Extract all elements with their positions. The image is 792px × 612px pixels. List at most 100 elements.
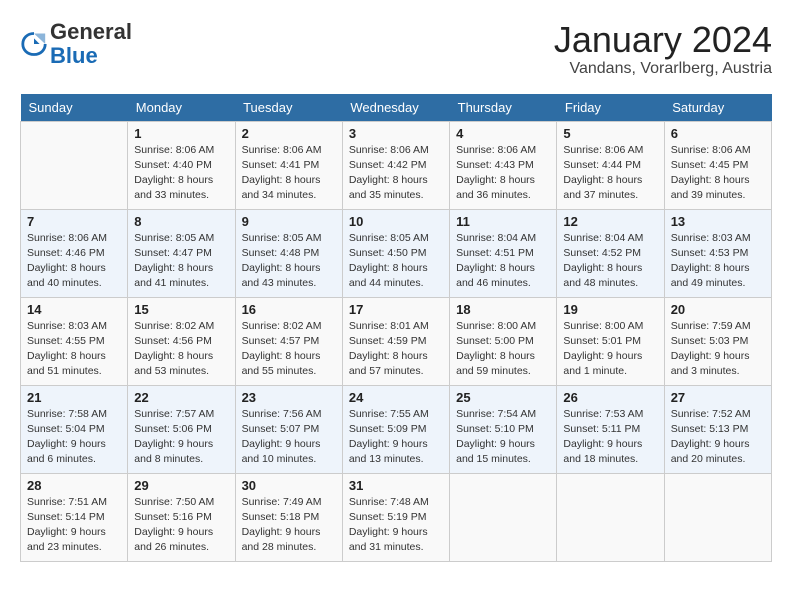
day-number: 22 <box>134 390 228 405</box>
calendar-cell: 6 Sunrise: 8:06 AM Sunset: 4:45 PM Daylig… <box>664 121 771 209</box>
calendar-cell: 30 Sunrise: 7:49 AM Sunset: 5:18 PM Dayli… <box>235 473 342 561</box>
day-info: Sunrise: 7:57 AM Sunset: 5:06 PM Dayligh… <box>134 407 228 468</box>
day-number: 26 <box>563 390 657 405</box>
day-number: 18 <box>456 302 550 317</box>
day-info: Sunrise: 7:53 AM Sunset: 5:11 PM Dayligh… <box>563 407 657 468</box>
day-info: Sunrise: 8:04 AM Sunset: 4:51 PM Dayligh… <box>456 231 550 292</box>
location-title: Vandans, Vorarlberg, Austria <box>554 60 772 78</box>
day-info: Sunrise: 8:05 AM Sunset: 4:48 PM Dayligh… <box>242 231 336 292</box>
day-number: 14 <box>27 302 121 317</box>
day-info: Sunrise: 8:02 AM Sunset: 4:56 PM Dayligh… <box>134 319 228 380</box>
day-info: Sunrise: 8:06 AM Sunset: 4:45 PM Dayligh… <box>671 143 765 204</box>
day-info: Sunrise: 7:56 AM Sunset: 5:07 PM Dayligh… <box>242 407 336 468</box>
day-info: Sunrise: 8:06 AM Sunset: 4:40 PM Dayligh… <box>134 143 228 204</box>
column-header-sunday: Sunday <box>21 94 128 122</box>
day-number: 23 <box>242 390 336 405</box>
day-info: Sunrise: 7:58 AM Sunset: 5:04 PM Dayligh… <box>27 407 121 468</box>
day-info: Sunrise: 8:03 AM Sunset: 4:55 PM Dayligh… <box>27 319 121 380</box>
calendar-cell: 18 Sunrise: 8:00 AM Sunset: 5:00 PM Dayli… <box>450 297 557 385</box>
calendar-week-row: 28 Sunrise: 7:51 AM Sunset: 5:14 PM Dayli… <box>21 473 772 561</box>
day-info: Sunrise: 8:00 AM Sunset: 5:00 PM Dayligh… <box>456 319 550 380</box>
day-number: 7 <box>27 214 121 229</box>
column-header-monday: Monday <box>128 94 235 122</box>
calendar-cell: 4 Sunrise: 8:06 AM Sunset: 4:43 PM Daylig… <box>450 121 557 209</box>
day-info: Sunrise: 7:51 AM Sunset: 5:14 PM Dayligh… <box>27 495 121 556</box>
calendar-week-row: 21Sunrise: 7:58 AM Sunset: 5:04 PM Dayli… <box>21 385 772 473</box>
day-number: 29 <box>134 478 228 493</box>
day-number: 24 <box>349 390 443 405</box>
calendar-cell: 2 Sunrise: 8:06 AM Sunset: 4:41 PM Daylig… <box>235 121 342 209</box>
logo-general-text: General <box>50 19 132 44</box>
day-info: Sunrise: 8:04 AM Sunset: 4:52 PM Dayligh… <box>563 231 657 292</box>
calendar-cell: 7 Sunrise: 8:06 AM Sunset: 4:46 PM Daylig… <box>21 209 128 297</box>
calendar-cell: 9Sunrise: 8:05 AM Sunset: 4:48 PM Daylig… <box>235 209 342 297</box>
day-info: Sunrise: 7:54 AM Sunset: 5:10 PM Dayligh… <box>456 407 550 468</box>
calendar-cell: 3Sunrise: 8:06 AM Sunset: 4:42 PM Daylig… <box>342 121 449 209</box>
day-number: 15 <box>134 302 228 317</box>
calendar-cell: 13Sunrise: 8:03 AM Sunset: 4:53 PM Dayli… <box>664 209 771 297</box>
calendar-cell: 17 Sunrise: 8:01 AM Sunset: 4:59 PM Dayli… <box>342 297 449 385</box>
calendar-cell: 10 Sunrise: 8:05 AM Sunset: 4:50 PM Dayli… <box>342 209 449 297</box>
day-number: 8 <box>134 214 228 229</box>
calendar-week-row: 14 Sunrise: 8:03 AM Sunset: 4:55 PM Dayli… <box>21 297 772 385</box>
month-title: January 2024 <box>554 20 772 60</box>
day-info: Sunrise: 7:59 AM Sunset: 5:03 PM Dayligh… <box>671 319 765 380</box>
day-number: 3 <box>349 126 443 141</box>
day-number: 31 <box>349 478 443 493</box>
day-number: 12 <box>563 214 657 229</box>
calendar-header-row: SundayMondayTuesdayWednesdayThursdayFrid… <box>21 94 772 122</box>
page-header: General Blue January 2024 Vandans, Vorar… <box>20 20 772 78</box>
calendar-cell: 15 Sunrise: 8:02 AM Sunset: 4:56 PM Dayli… <box>128 297 235 385</box>
day-info: Sunrise: 8:05 AM Sunset: 4:47 PM Dayligh… <box>134 231 228 292</box>
day-number: 6 <box>671 126 765 141</box>
calendar-cell: 12 Sunrise: 8:04 AM Sunset: 4:52 PM Dayli… <box>557 209 664 297</box>
day-number: 19 <box>563 302 657 317</box>
calendar-cell: 20 Sunrise: 7:59 AM Sunset: 5:03 PM Dayli… <box>664 297 771 385</box>
day-info: Sunrise: 8:06 AM Sunset: 4:41 PM Dayligh… <box>242 143 336 204</box>
logo-icon <box>20 30 48 58</box>
day-number: 4 <box>456 126 550 141</box>
calendar-cell: 1 Sunrise: 8:06 AM Sunset: 4:40 PM Daylig… <box>128 121 235 209</box>
calendar-cell <box>450 473 557 561</box>
day-info: Sunrise: 8:06 AM Sunset: 4:43 PM Dayligh… <box>456 143 550 204</box>
day-info: Sunrise: 8:06 AM Sunset: 4:46 PM Dayligh… <box>27 231 121 292</box>
day-info: Sunrise: 8:01 AM Sunset: 4:59 PM Dayligh… <box>349 319 443 380</box>
calendar-week-row: 7 Sunrise: 8:06 AM Sunset: 4:46 PM Daylig… <box>21 209 772 297</box>
day-number: 5 <box>563 126 657 141</box>
day-number: 1 <box>134 126 228 141</box>
day-info: Sunrise: 8:05 AM Sunset: 4:50 PM Dayligh… <box>349 231 443 292</box>
day-number: 10 <box>349 214 443 229</box>
calendar-cell: 27Sunrise: 7:52 AM Sunset: 5:13 PM Dayli… <box>664 385 771 473</box>
calendar-week-row: 1 Sunrise: 8:06 AM Sunset: 4:40 PM Daylig… <box>21 121 772 209</box>
calendar-cell: 14 Sunrise: 8:03 AM Sunset: 4:55 PM Dayli… <box>21 297 128 385</box>
calendar-cell: 24 Sunrise: 7:55 AM Sunset: 5:09 PM Dayli… <box>342 385 449 473</box>
day-info: Sunrise: 7:52 AM Sunset: 5:13 PM Dayligh… <box>671 407 765 468</box>
calendar-cell: 21Sunrise: 7:58 AM Sunset: 5:04 PM Dayli… <box>21 385 128 473</box>
day-number: 20 <box>671 302 765 317</box>
calendar-table: SundayMondayTuesdayWednesdayThursdayFrid… <box>20 94 772 562</box>
calendar-cell: 31 Sunrise: 7:48 AM Sunset: 5:19 PM Dayli… <box>342 473 449 561</box>
day-number: 16 <box>242 302 336 317</box>
day-info: Sunrise: 7:48 AM Sunset: 5:19 PM Dayligh… <box>349 495 443 556</box>
calendar-cell <box>664 473 771 561</box>
day-number: 17 <box>349 302 443 317</box>
day-number: 2 <box>242 126 336 141</box>
day-number: 30 <box>242 478 336 493</box>
day-number: 25 <box>456 390 550 405</box>
day-info: Sunrise: 8:02 AM Sunset: 4:57 PM Dayligh… <box>242 319 336 380</box>
column-header-thursday: Thursday <box>450 94 557 122</box>
day-info: Sunrise: 7:50 AM Sunset: 5:16 PM Dayligh… <box>134 495 228 556</box>
calendar-cell: 8 Sunrise: 8:05 AM Sunset: 4:47 PM Daylig… <box>128 209 235 297</box>
calendar-cell: 11 Sunrise: 8:04 AM Sunset: 4:51 PM Dayli… <box>450 209 557 297</box>
calendar-cell: 28 Sunrise: 7:51 AM Sunset: 5:14 PM Dayli… <box>21 473 128 561</box>
day-info: Sunrise: 7:49 AM Sunset: 5:18 PM Dayligh… <box>242 495 336 556</box>
calendar-cell: 26 Sunrise: 7:53 AM Sunset: 5:11 PM Dayli… <box>557 385 664 473</box>
logo: General Blue <box>20 20 132 68</box>
day-info: Sunrise: 7:55 AM Sunset: 5:09 PM Dayligh… <box>349 407 443 468</box>
day-info: Sunrise: 8:06 AM Sunset: 4:44 PM Dayligh… <box>563 143 657 204</box>
calendar-cell <box>21 121 128 209</box>
day-number: 11 <box>456 214 550 229</box>
day-number: 28 <box>27 478 121 493</box>
day-number: 13 <box>671 214 765 229</box>
calendar-cell: 19Sunrise: 8:00 AM Sunset: 5:01 PM Dayli… <box>557 297 664 385</box>
